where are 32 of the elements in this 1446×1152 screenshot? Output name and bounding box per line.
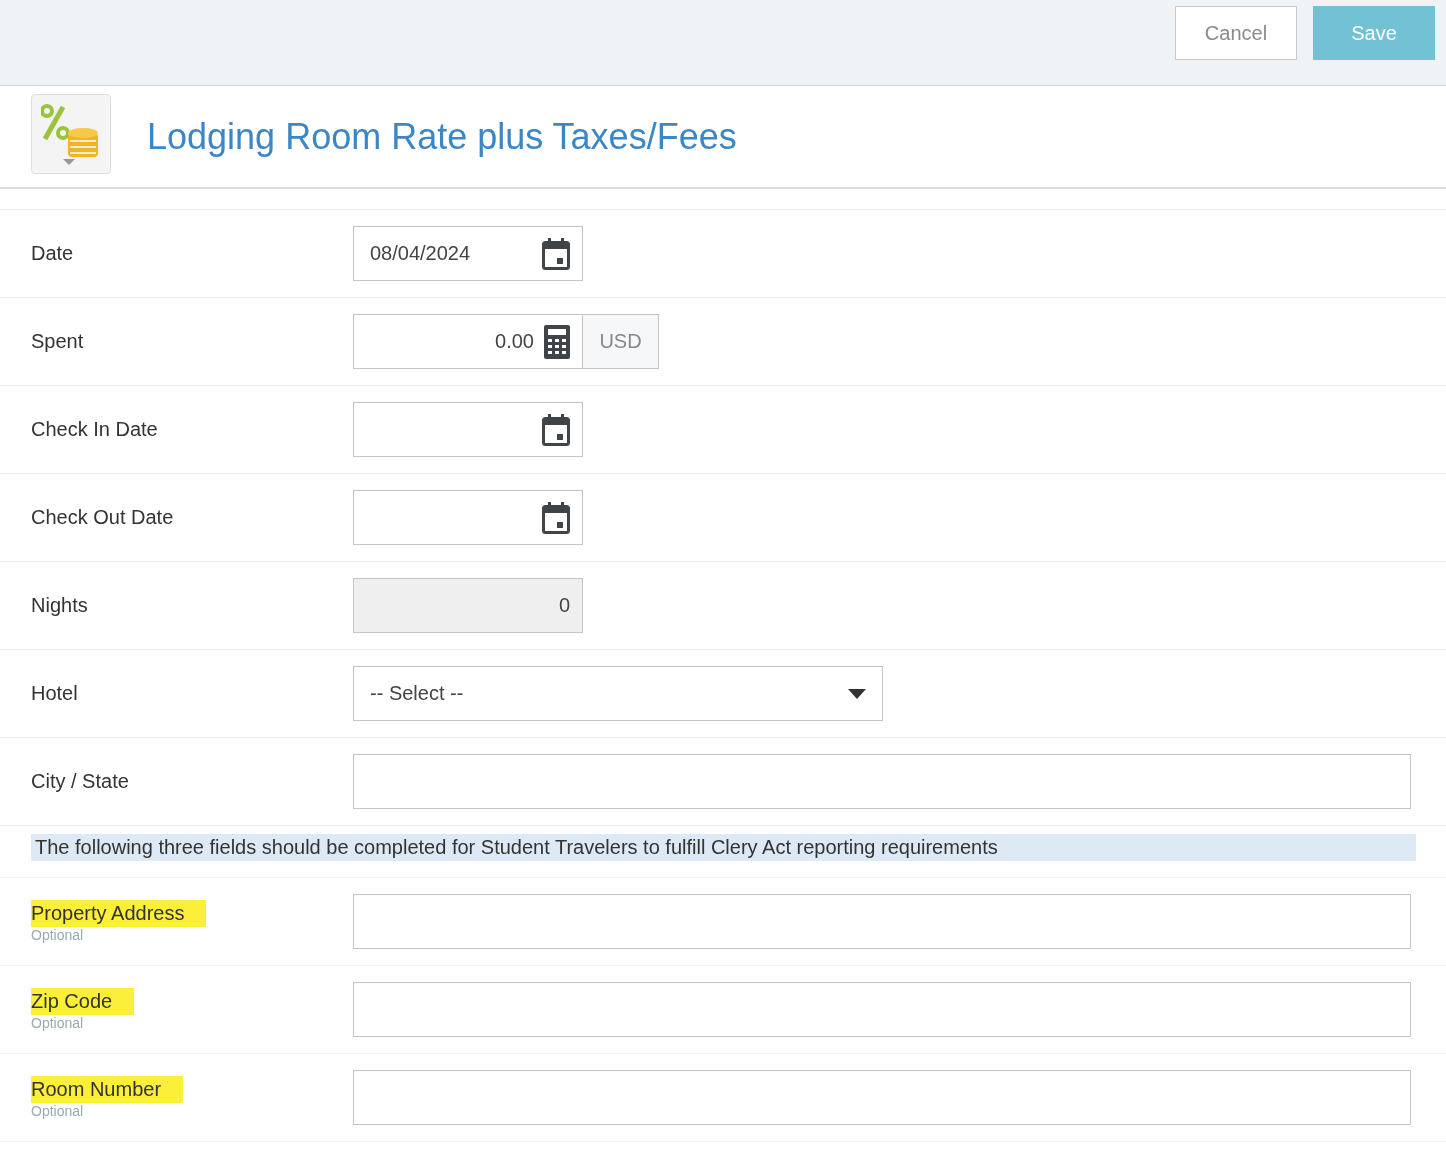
text-field[interactable] [353,894,1411,949]
date-field[interactable] [353,402,583,457]
calendar-icon[interactable] [542,413,570,446]
field-label: Date [31,241,74,266]
cancel-button[interactable]: Cancel [1175,6,1297,60]
optional-hint: Optional [31,927,84,943]
currency-addon: USD [583,314,659,369]
caret-icon [848,688,866,699]
field-label: Spent [31,329,84,354]
info-banner: The following three fields should be completed for Student Travelers to fulfill Clery Act reporting requirements [31,834,1416,861]
calendar-icon[interactable] [542,501,570,534]
field-label: Hotel [31,681,78,706]
date-field[interactable]: 08/04/2024 [353,226,583,281]
field-label: City / State [31,769,129,794]
optional-hint: Optional [31,1015,84,1031]
calendar-icon[interactable] [542,237,570,270]
field-label: Nights [31,593,88,618]
field-label: Property Address [31,900,207,927]
text-field[interactable] [353,1070,1411,1125]
text-field[interactable] [353,982,1411,1037]
page-title: Lodging Room Rate plus Taxes/Fees [147,115,737,158]
date-field[interactable] [353,490,583,545]
hotel-dropdown[interactable]: -- Select -- [353,666,883,721]
text-field[interactable] [353,754,1411,809]
field-label: Zip Code [31,988,135,1015]
percent-coins-icon [41,102,101,165]
calculator-icon[interactable] [544,324,570,359]
optional-hint: Optional [31,1103,84,1119]
field-label: Check Out Date [31,505,174,530]
field-label: Check In Date [31,417,158,442]
field-label: Room Number [31,1076,184,1103]
amount-field[interactable]: 0.00 [353,314,583,369]
